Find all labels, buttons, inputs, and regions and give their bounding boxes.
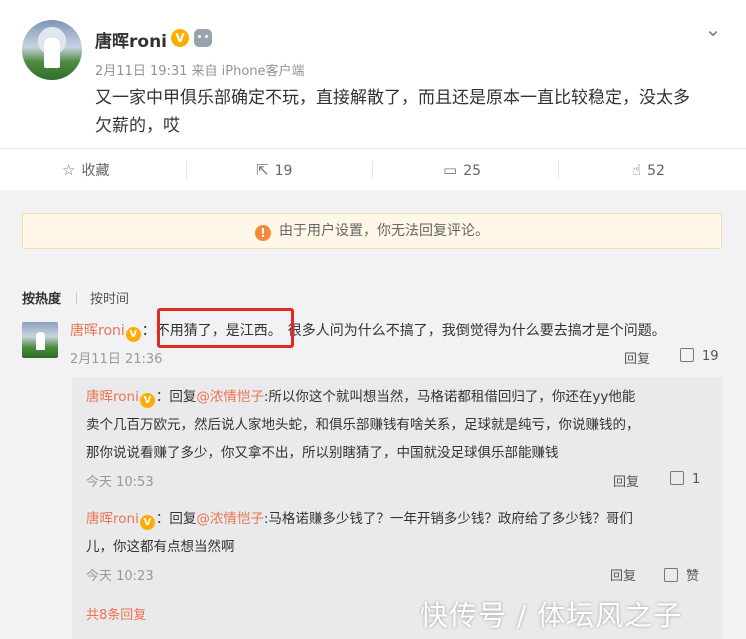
thumbs-up-icon bbox=[664, 568, 678, 582]
commenter-name[interactable]: 唐晖roni bbox=[70, 323, 125, 339]
reply-disabled-notice: ! 由于用户设置，你无法回复评论。 bbox=[22, 213, 722, 249]
watermark: 快传号 / 体坛风之子 bbox=[420, 599, 683, 632]
comment-icon: ▭ bbox=[443, 161, 458, 179]
post-meta: 2月11日 19:31 来自 iPhone客户端 bbox=[95, 64, 305, 79]
weibo-post: 唐晖roni V 2月11日 19:31 来自 iPhone客户端 又一家中甲俱… bbox=[0, 0, 746, 148]
mention-link[interactable]: @浓情恺子 bbox=[196, 511, 264, 527]
reply-text: 那你说说看赚了多少，你又拿不出，所以别瞎猜了，中国就没足球俱乐部能赚钱 bbox=[86, 445, 559, 461]
chevron-down-icon[interactable]: ⌄ bbox=[700, 16, 726, 42]
reply-text: 卖个几百万欧元，然后说人家地头蛇，和俱乐部赚钱有啥关系，足球就是纯亏，你说赚钱的… bbox=[86, 417, 640, 433]
verified-badge-icon: V bbox=[125, 327, 141, 342]
thumbs-up-icon: ☝ bbox=[632, 161, 642, 179]
reply-like-button[interactable]: 1 bbox=[670, 471, 700, 487]
verified-badge-icon: V bbox=[171, 29, 189, 47]
sort-by-time-tab[interactable]: 按时间 bbox=[90, 288, 129, 307]
verified-badge-icon: V bbox=[139, 393, 155, 408]
like-button[interactable]: ☝ 52 bbox=[632, 149, 665, 191]
comment-time: 2月11日 21:36 bbox=[70, 352, 163, 367]
commenter-avatar[interactable] bbox=[22, 322, 58, 358]
reply-button[interactable]: 回复 bbox=[613, 471, 639, 490]
more-replies-link[interactable]: 共8条回复 bbox=[86, 604, 146, 623]
comment-button[interactable]: ▭ 25 bbox=[443, 149, 481, 191]
sort-by-hot-tab[interactable]: 按热度 bbox=[22, 288, 61, 307]
star-icon: ☆ bbox=[62, 161, 76, 179]
post-text: 又一家中甲俱乐部确定不玩，直接解散了，而且还是原本一直比较稳定，没太多 欠薪的，… bbox=[95, 88, 690, 136]
reply-time: 今天 10:23 bbox=[86, 569, 154, 584]
repost-icon: ⇱ bbox=[256, 161, 269, 179]
comment-like-button[interactable]: 19 bbox=[680, 348, 719, 364]
verified-badge-icon: V bbox=[139, 515, 155, 530]
thumbs-up-icon bbox=[670, 471, 684, 485]
reply-button[interactable]: 回复 bbox=[610, 565, 636, 584]
repost-button[interactable]: ⇱ 19 bbox=[256, 149, 292, 191]
author-avatar[interactable] bbox=[22, 20, 82, 80]
reply-button[interactable]: 回复 bbox=[624, 348, 650, 367]
mention-link[interactable]: @浓情恺子 bbox=[196, 389, 264, 405]
post-author-name[interactable]: 唐晖roni bbox=[95, 27, 167, 52]
reply-like-button[interactable]: 赞 bbox=[664, 565, 699, 584]
reply-time: 今天 10:53 bbox=[86, 475, 154, 490]
reply-text: 唐晖roni V ：回复@浓情恺子:所以你这个就叫想当然，马格诺都租借回归了，你还在… bbox=[86, 389, 636, 408]
reply-text: 唐晖roni V ：回复@浓情恺子:马格诺赚多少钱了？一年开销多少钱？政府给了多少钱… bbox=[86, 511, 633, 530]
action-bar: ☆ 收藏 ⇱ 19 ▭ 25 ☝ 52 bbox=[0, 148, 746, 190]
reply-text: 儿，你这都有点想当然啊 bbox=[86, 539, 235, 555]
thumbs-up-icon bbox=[680, 348, 694, 362]
highlight-box bbox=[157, 308, 294, 348]
warning-icon: ! bbox=[255, 225, 271, 241]
member-icon bbox=[194, 29, 212, 47]
favorite-button[interactable]: ☆ 收藏 bbox=[62, 149, 109, 191]
